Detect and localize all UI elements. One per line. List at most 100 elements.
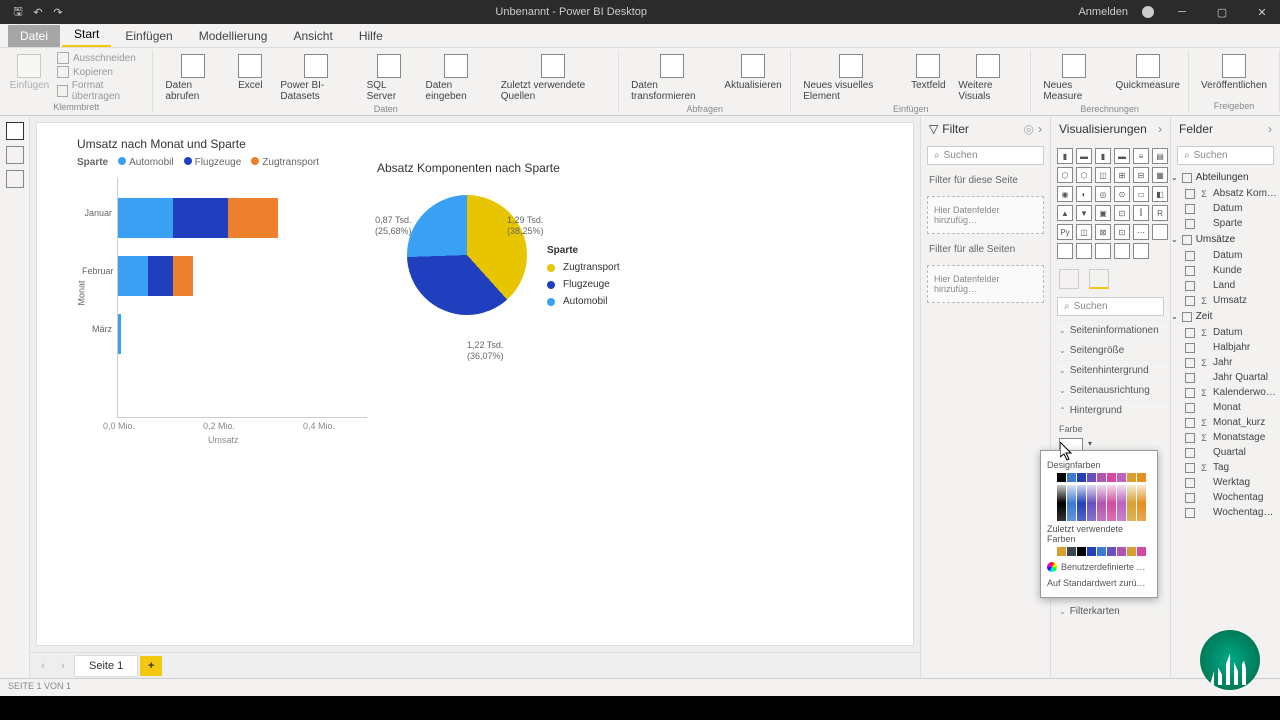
- viz-type-15[interactable]: ⊙: [1114, 186, 1130, 202]
- pbi-datasets-button[interactable]: Power BI-Datasets: [276, 52, 356, 104]
- color-swatch[interactable]: [1097, 547, 1106, 556]
- field-item[interactable]: ΣMonatstage: [1171, 430, 1280, 445]
- viz-type-3[interactable]: ▬: [1114, 148, 1130, 164]
- field-table-Abteilungen[interactable]: ⌄Abteilungen: [1171, 169, 1280, 186]
- viz-type-30[interactable]: [1057, 243, 1073, 259]
- field-item[interactable]: Jahr Quartal: [1171, 370, 1280, 385]
- maximize-button[interactable]: ▢: [1204, 0, 1240, 24]
- report-view-button[interactable]: [6, 122, 24, 140]
- transform-data-button[interactable]: Daten transformieren: [627, 52, 718, 104]
- viz-type-0[interactable]: ▮: [1057, 148, 1073, 164]
- color-shade-column[interactable]: [1097, 485, 1106, 521]
- viz-type-11[interactable]: ▦: [1152, 167, 1168, 183]
- section-filtercards[interactable]: ⌄Filterkarten: [1051, 601, 1170, 621]
- collapse-fields-icon[interactable]: ›: [1268, 122, 1272, 136]
- field-item[interactable]: Halbjahr: [1171, 340, 1280, 355]
- color-swatch[interactable]: [1137, 473, 1146, 482]
- tab-insert[interactable]: Einfügen: [113, 25, 184, 47]
- viz-search-input[interactable]: ⌕Suchen: [1057, 297, 1164, 316]
- new-measure-button[interactable]: Neues Measure: [1039, 52, 1109, 104]
- color-shade-column[interactable]: [1107, 485, 1116, 521]
- color-swatch[interactable]: [1067, 473, 1076, 482]
- quick-measure-button[interactable]: Quickmeasure: [1115, 52, 1180, 93]
- new-visual-button[interactable]: Neues visuelles Element: [799, 52, 902, 104]
- field-item[interactable]: ΣDatum: [1171, 325, 1280, 340]
- section-bg[interactable]: ⌃Hintergrund: [1051, 400, 1170, 420]
- page-prev-button[interactable]: ‹: [34, 657, 52, 675]
- section-pagebg[interactable]: ⌄Seitenhintergrund: [1051, 360, 1170, 380]
- color-swatch[interactable]: [1047, 473, 1056, 482]
- bar-chart-visual[interactable]: Umsatz nach Monat und Sparte Sparte Auto…: [77, 137, 367, 507]
- save-icon[interactable]: 🖫: [12, 6, 24, 18]
- viz-type-21[interactable]: ⊡: [1114, 205, 1130, 221]
- viz-type-10[interactable]: ⊟: [1133, 167, 1149, 183]
- viz-type-25[interactable]: ◫: [1076, 224, 1092, 240]
- color-swatch[interactable]: [1137, 547, 1146, 556]
- color-swatch[interactable]: [1067, 547, 1076, 556]
- viz-type-1[interactable]: ▬: [1076, 148, 1092, 164]
- copy-button[interactable]: Kopieren: [57, 66, 144, 78]
- filter-drop-all[interactable]: Hier Datenfelder hinzufüg…: [927, 265, 1044, 303]
- field-item[interactable]: ΣJahr: [1171, 355, 1280, 370]
- undo-icon[interactable]: ↶: [32, 6, 44, 18]
- field-item[interactable]: ΣMonat_kurz: [1171, 415, 1280, 430]
- color-swatch[interactable]: [1087, 473, 1096, 482]
- viz-type-20[interactable]: ▣: [1095, 205, 1111, 221]
- pie-chart-visual[interactable]: Absatz Komponenten nach Sparte 0,87 Tsd.…: [377, 161, 677, 461]
- viz-type-16[interactable]: ▭: [1133, 186, 1149, 202]
- color-swatch[interactable]: [1077, 547, 1086, 556]
- format-painter-button[interactable]: Format übertragen: [57, 80, 144, 102]
- add-page-button[interactable]: +: [140, 656, 162, 676]
- color-swatch[interactable]: [1057, 473, 1066, 482]
- tab-help[interactable]: Hilfe: [347, 25, 395, 47]
- viz-type-23[interactable]: R: [1152, 205, 1168, 221]
- color-swatch[interactable]: [1117, 473, 1126, 482]
- color-swatch[interactable]: [1127, 473, 1136, 482]
- color-swatch[interactable]: [1107, 547, 1116, 556]
- section-align[interactable]: ⌄Seitenausrichtung: [1051, 380, 1170, 400]
- field-item[interactable]: Quartal: [1171, 445, 1280, 460]
- field-item[interactable]: Wochentag: [1171, 490, 1280, 505]
- color-shade-column[interactable]: [1077, 485, 1086, 521]
- more-visuals-button[interactable]: Weitere Visuals: [954, 52, 1022, 104]
- tab-file[interactable]: Datei: [8, 25, 60, 47]
- signin-link[interactable]: Anmelden: [1078, 6, 1128, 18]
- field-item[interactable]: ΣAbsatz Kom…: [1171, 186, 1280, 201]
- viz-type-5[interactable]: ▤: [1152, 148, 1168, 164]
- get-data-button[interactable]: Daten abrufen: [161, 52, 224, 104]
- viz-type-32[interactable]: [1095, 243, 1111, 259]
- page-next-button[interactable]: ›: [54, 657, 72, 675]
- redo-icon[interactable]: ↷: [52, 6, 64, 18]
- viz-type-8[interactable]: ◫: [1095, 167, 1111, 183]
- viz-type-13[interactable]: ◐: [1076, 186, 1092, 202]
- filter-search-input[interactable]: ⌕Suchen: [927, 146, 1044, 165]
- enter-data-button[interactable]: Daten eingeben: [422, 52, 491, 104]
- section-pagesize[interactable]: ⌄Seitengröße: [1051, 340, 1170, 360]
- field-item[interactable]: Kunde: [1171, 263, 1280, 278]
- field-item[interactable]: Datum: [1171, 201, 1280, 216]
- data-view-button[interactable]: [6, 146, 24, 164]
- reset-color-button[interactable]: Auf Standardwert zurü…: [1047, 575, 1151, 591]
- color-swatch[interactable]: [1117, 547, 1126, 556]
- viz-type-22[interactable]: ⫿: [1133, 205, 1149, 221]
- viz-type-33[interactable]: [1114, 243, 1130, 259]
- viz-type-4[interactable]: ≡: [1133, 148, 1149, 164]
- color-shade-column[interactable]: [1047, 485, 1056, 521]
- color-swatch[interactable]: [1097, 473, 1106, 482]
- field-item[interactable]: Datum: [1171, 248, 1280, 263]
- tab-model[interactable]: Modellierung: [187, 25, 280, 47]
- field-item[interactable]: ΣTag: [1171, 460, 1280, 475]
- field-item[interactable]: ΣKalenderwo…: [1171, 385, 1280, 400]
- viz-type-27[interactable]: ⊡: [1114, 224, 1130, 240]
- color-swatch[interactable]: [1127, 547, 1136, 556]
- publish-button[interactable]: Veröffentlichen: [1197, 52, 1271, 93]
- viz-type-18[interactable]: ▲: [1057, 205, 1073, 221]
- filter-drop-page[interactable]: Hier Datenfelder hinzufüg…: [927, 196, 1044, 234]
- viz-type-34[interactable]: [1133, 243, 1149, 259]
- color-shade-column[interactable]: [1127, 485, 1136, 521]
- report-canvas[interactable]: Umsatz nach Monat und Sparte Sparte Auto…: [36, 122, 914, 646]
- viz-type-12[interactable]: ◉: [1057, 186, 1073, 202]
- viz-type-24[interactable]: Py: [1057, 224, 1073, 240]
- close-button[interactable]: ✕: [1244, 0, 1280, 24]
- tab-view[interactable]: Ansicht: [281, 25, 344, 47]
